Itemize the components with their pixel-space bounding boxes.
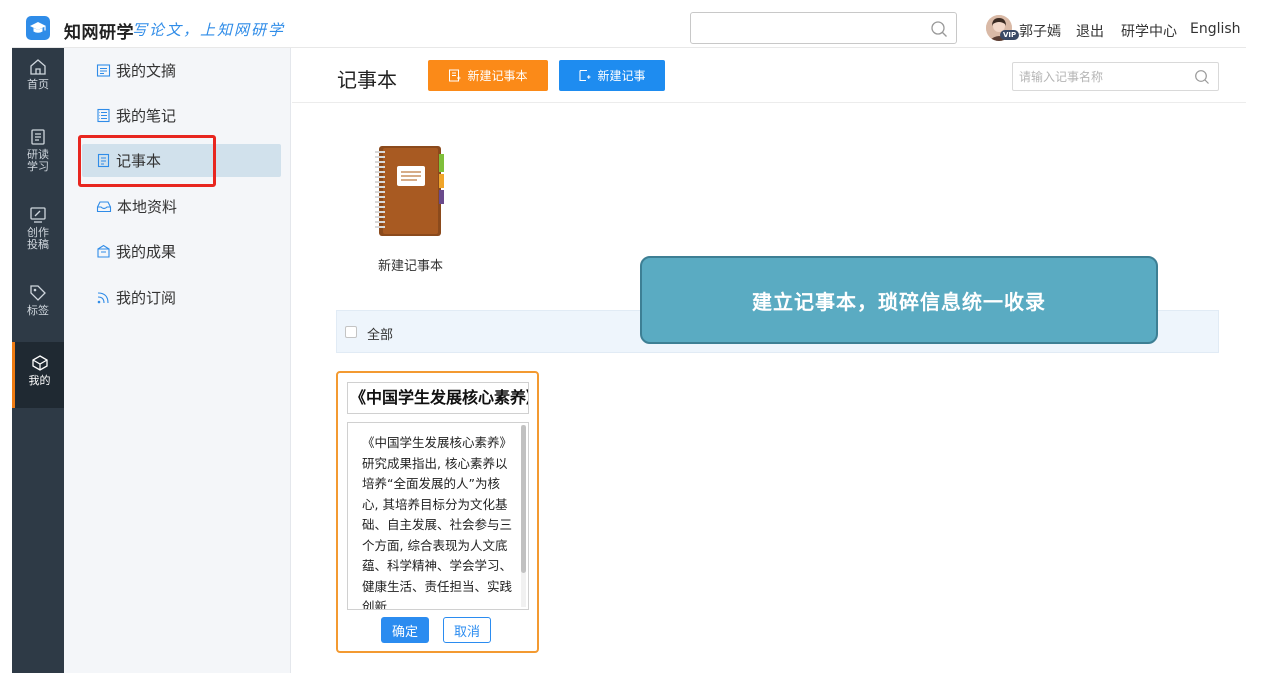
- brand-name[interactable]: 知网研学: [64, 18, 134, 43]
- nav-item-study[interactable]: 研读 学习: [12, 128, 64, 173]
- nav-label: 标签: [27, 304, 49, 317]
- home-icon: [30, 59, 46, 75]
- note-search-input[interactable]: [1013, 63, 1193, 90]
- main-nav: 首页 研读 学习 创作 投稿 标签 我的: [12, 48, 64, 673]
- excerpt-icon: [96, 63, 111, 78]
- cube-icon: [31, 355, 48, 371]
- feature-callout: 建立记事本，琐碎信息统一收录: [640, 256, 1158, 344]
- user-name[interactable]: 郭子嫣: [1019, 21, 1061, 41]
- select-all-label[interactable]: 全部: [367, 324, 393, 343]
- menu-item-label: 我的成果: [116, 243, 177, 261]
- new-notebook-tile[interactable]: [373, 144, 445, 238]
- nav-label: 首页: [27, 78, 49, 91]
- monitor-pen-icon: [30, 207, 46, 223]
- inbox-icon: [96, 199, 112, 214]
- new-notebook-label: 新建记事本: [467, 69, 528, 83]
- nav-item-home[interactable]: 首页: [12, 58, 64, 91]
- note-search-box: [1012, 62, 1219, 91]
- menu-item-achievements[interactable]: 我的成果: [82, 235, 281, 268]
- research-center-link[interactable]: 研学中心: [1121, 21, 1177, 41]
- menu-item-label: 我的笔记: [116, 107, 177, 125]
- menu-item-subscriptions[interactable]: 我的订阅: [82, 281, 281, 314]
- app-window: 知网研学 写论文，上知网研学 VIP 郭子嫣 退出 研学中心 English 首…: [12, 8, 1246, 673]
- menu-item-label: 本地资料: [117, 198, 178, 216]
- search-icon[interactable]: [1194, 69, 1210, 85]
- top-header: 知网研学 写论文，上知网研学 VIP 郭子嫣 退出 研学中心 English: [12, 8, 1246, 48]
- note-body-field[interactable]: 《中国学生发展核心素养》研究成果指出, 核心素养以培养“全面发展的人”为核心, …: [347, 422, 529, 610]
- logo-icon[interactable]: [26, 16, 50, 40]
- menu-item-label: 我的订阅: [116, 289, 177, 307]
- new-note-button[interactable]: 新建记事: [559, 60, 665, 91]
- confirm-button[interactable]: 确定: [381, 617, 429, 643]
- menu-item-excerpts[interactable]: 我的文摘: [82, 54, 281, 87]
- note-body-text: 《中国学生发展核心素养》研究成果指出, 核心素养以培养“全面发展的人”为核心, …: [362, 435, 513, 610]
- main-toolbar: 记事本 新建记事本 新建记事: [292, 48, 1246, 103]
- nav-item-mine[interactable]: 我的: [12, 342, 64, 408]
- new-notebook-tile-label[interactable]: 新建记事本: [378, 255, 443, 274]
- notebook-icon: [96, 153, 111, 168]
- global-search-input[interactable]: [690, 12, 957, 44]
- language-switch-link[interactable]: English: [1190, 21, 1241, 37]
- main-content: 记事本 新建记事本 新建记事 请输入记事名称 新建记事本 全部 建立记事本，琐碎…: [292, 48, 1246, 673]
- scrollbar-thumb[interactable]: [521, 425, 526, 573]
- rss-icon: [96, 290, 111, 305]
- new-notebook-button[interactable]: 新建记事本: [428, 60, 548, 91]
- document-icon: [31, 129, 45, 145]
- menu-item-local-files[interactable]: 本地资料: [82, 190, 281, 223]
- vip-badge: VIP: [1000, 30, 1020, 40]
- page-title: 记事本: [337, 68, 397, 92]
- menu-item-label: 我的文摘: [116, 62, 177, 80]
- notes-icon: [96, 108, 111, 123]
- nav-item-tags[interactable]: 标签: [12, 284, 64, 317]
- select-all-checkbox[interactable]: [345, 326, 357, 338]
- nav-item-create[interactable]: 创作 投稿: [12, 206, 64, 251]
- new-note-icon: [579, 69, 591, 82]
- note-edit-card: 《中国学生发展核心素养》 《中国学生发展核心素养》研究成果指出, 核心素养以培养…: [336, 371, 539, 653]
- cancel-button[interactable]: 取消: [443, 617, 491, 643]
- new-note-label: 新建记事: [597, 69, 646, 83]
- search-icon[interactable]: [930, 20, 948, 38]
- tag-icon: [30, 285, 46, 301]
- nav-label: 创作 投稿: [27, 226, 49, 251]
- slogan: 写论文，上知网研学: [132, 21, 286, 39]
- menu-item-notebook[interactable]: 记事本: [82, 144, 281, 177]
- menu-item-label: 记事本: [116, 152, 162, 170]
- menu-item-notes[interactable]: 我的笔记: [82, 99, 281, 132]
- note-title-field[interactable]: 《中国学生发展核心素养》: [347, 382, 529, 414]
- nav-label: 研读 学习: [27, 148, 49, 173]
- achievement-icon: [96, 244, 111, 259]
- nav-label: 我的: [28, 374, 51, 387]
- secondary-menu: 我的文摘 我的笔记 记事本 本地资料 我的成果 我的订阅: [64, 48, 291, 673]
- new-notebook-icon: [449, 69, 461, 82]
- logout-link[interactable]: 退出: [1076, 21, 1104, 41]
